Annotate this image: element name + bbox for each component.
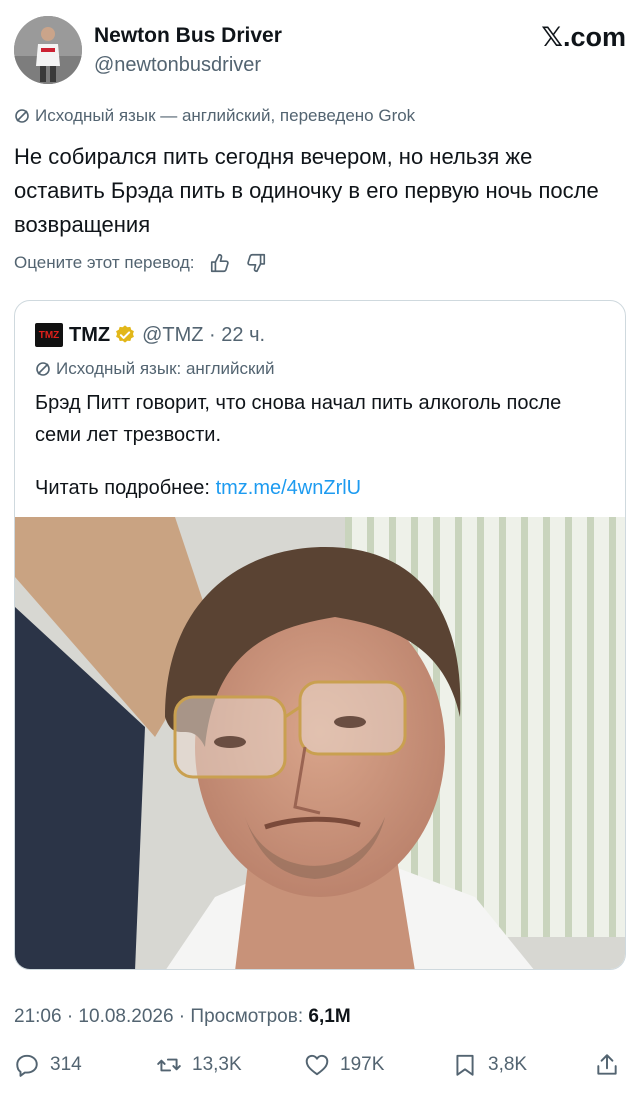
- translate-icon: [15, 109, 29, 123]
- translation-note: Исходный язык — английский, переведено G…: [14, 106, 415, 126]
- x-logo: 𝕏.com: [541, 22, 626, 52]
- quoted-author-name[interactable]: TMZ: [69, 324, 110, 347]
- avatar-photo: [14, 16, 82, 84]
- tmz-logo[interactable]: TMZ: [35, 323, 63, 347]
- repost-icon: [157, 1058, 181, 1072]
- thumbs-up-icon[interactable]: [209, 252, 231, 274]
- tweet-text: Не собирался пить сегодня вечером, но не…: [14, 144, 599, 237]
- quoted-tweet-header: TMZ TMZ @TMZ · 22 ч.: [35, 323, 265, 347]
- like-button[interactable]: 197K: [304, 1052, 384, 1078]
- reply-count: 314: [50, 1054, 82, 1075]
- bookmark-button[interactable]: 3,8K: [452, 1052, 527, 1078]
- translate-icon: [36, 362, 50, 376]
- repost-count: 13,3K: [192, 1054, 242, 1075]
- bookmark-count: 3,8K: [488, 1054, 528, 1075]
- quoted-handle-time: @TMZ · 22 ч.: [142, 323, 266, 346]
- read-more: Читать подробнее: tmz.me/4wnZrlU: [35, 477, 361, 500]
- quoted-note-text: Исходный язык: английский: [56, 359, 275, 378]
- tweet-meta: 21:06 · 10.08.2026 · Просмотров: 6,1M: [14, 1006, 351, 1028]
- author-handle[interactable]: @newtonbusdriver: [94, 54, 261, 77]
- translation-note-text: Исходный язык — английский, переведено G…: [35, 106, 416, 125]
- rate-label: Оцените этот перевод:: [14, 253, 195, 272]
- action-bar: 314 13,3K 197K 3,8K: [14, 1052, 626, 1092]
- heart-icon: [305, 1054, 329, 1076]
- author-name[interactable]: Newton Bus Driver: [94, 24, 282, 48]
- thumbs-down-icon[interactable]: [245, 252, 267, 274]
- photo-image: [15, 517, 625, 969]
- tweet-photo[interactable]: [15, 517, 625, 969]
- reply-button[interactable]: 314: [14, 1052, 82, 1078]
- bookmark-icon: [456, 1054, 474, 1076]
- share-icon: [597, 1054, 617, 1075]
- quoted-tweet-text: Брэд Питт говорит, что снова начал пить …: [35, 392, 562, 446]
- share-button[interactable]: [594, 1052, 630, 1078]
- rate-translation: Оцените этот перевод:: [14, 252, 267, 274]
- timestamp[interactable]: 21:06 · 10.08.2026 · Просмотров:: [14, 1006, 308, 1027]
- avatar[interactable]: [14, 16, 82, 84]
- verified-badge-icon: [116, 325, 134, 343]
- article-link[interactable]: tmz.me/4wnZrlU: [216, 477, 362, 499]
- tweet-header: Newton Bus Driver @newtonbusdriver 𝕏.com: [14, 14, 626, 86]
- quoted-tweet-card[interactable]: TMZ TMZ @TMZ · 22 ч. Исходный язык: англ…: [14, 300, 626, 970]
- read-more-label: Читать подробнее:: [35, 477, 210, 499]
- reply-icon: [16, 1054, 38, 1077]
- like-count: 197K: [340, 1054, 385, 1075]
- quoted-translation-note: Исходный язык: английский: [35, 359, 274, 379]
- view-count: 6,1M: [308, 1006, 351, 1027]
- repost-button[interactable]: 13,3K: [156, 1052, 242, 1078]
